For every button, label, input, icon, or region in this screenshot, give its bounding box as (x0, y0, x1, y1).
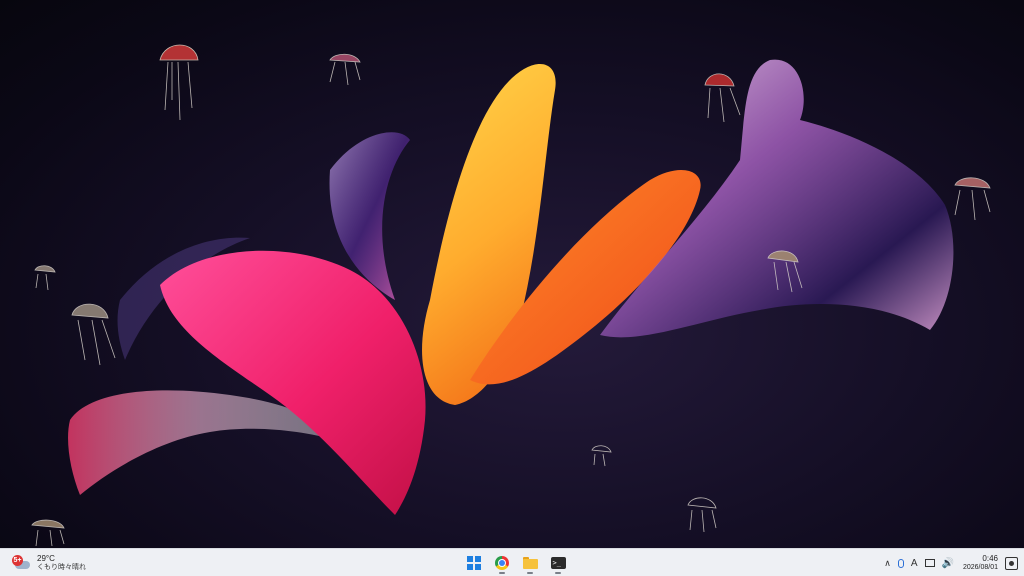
taskbar-app-chrome[interactable] (491, 552, 513, 574)
taskbar-app-file-explorer[interactable] (519, 552, 541, 574)
weather-temperature: 29°C (37, 554, 55, 563)
network-icon[interactable] (924, 559, 935, 567)
taskbar-apps: >_ (463, 552, 569, 574)
microphone-icon[interactable] (897, 558, 904, 568)
notification-center-icon[interactable] (1005, 556, 1018, 570)
taskbar-clock[interactable]: 0:46 2026/08/01 (963, 554, 998, 572)
chrome-icon (495, 556, 509, 570)
taskbar: 5+ 29°C くもり時々晴れ >_ ∧ A 🔊 0:46 2026/08/01 (0, 548, 1024, 576)
terminal-icon: >_ (550, 557, 566, 569)
taskbar-app-terminal[interactable]: >_ (547, 552, 569, 574)
weather-widget[interactable]: 5+ 29°C くもり時々晴れ (8, 552, 90, 574)
show-hidden-icons-chevron-icon[interactable]: ∧ (884, 558, 891, 569)
cloud-icon: 5+ (12, 555, 32, 571)
start-button[interactable] (463, 552, 485, 574)
windows-logo-icon (467, 556, 481, 570)
ime-mode-indicator[interactable]: A (911, 558, 918, 569)
clock-time: 0:46 (982, 554, 998, 563)
speaker-icon[interactable]: 🔊 (942, 558, 954, 569)
desktop-wallpaper[interactable] (0, 0, 1024, 548)
weather-description: くもり時々晴れ (37, 564, 86, 571)
wallpaper-artwork (31, 44, 991, 547)
system-tray: ∧ A 🔊 0:46 2026/08/01 (884, 552, 1018, 574)
clock-date: 2026/08/01 (962, 564, 998, 571)
folder-icon (522, 557, 538, 569)
weather-alert-badge: 5+ (12, 555, 23, 566)
